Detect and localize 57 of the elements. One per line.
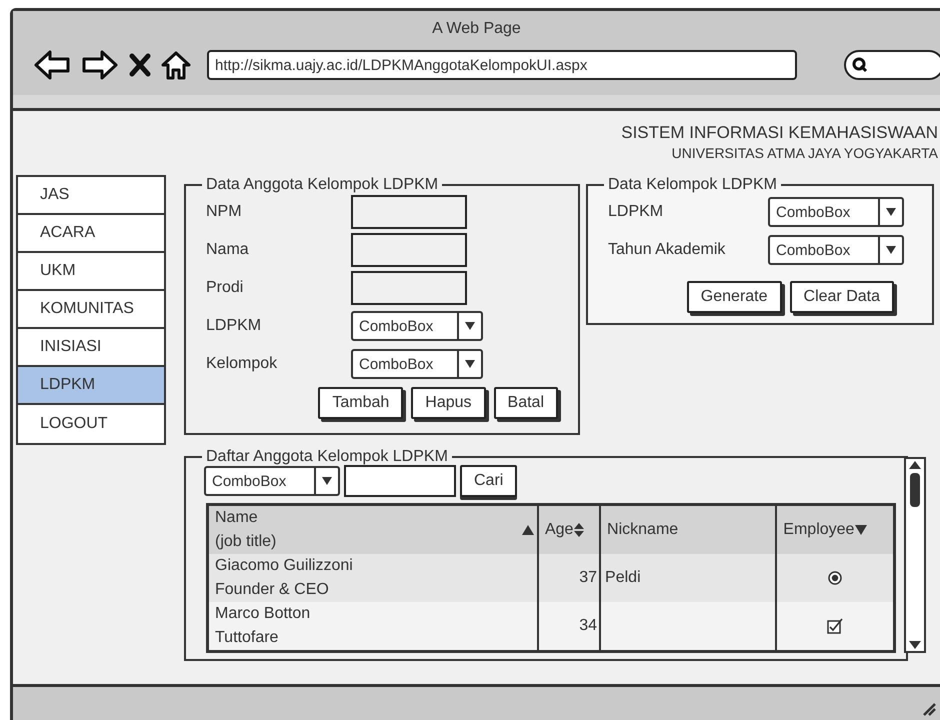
home-icon[interactable] xyxy=(161,50,191,80)
input-field[interactable] xyxy=(351,233,467,267)
combo-box[interactable]: ComboBox xyxy=(351,311,483,341)
sort-icon[interactable] xyxy=(573,522,586,538)
search-button[interactable]: Cari xyxy=(460,465,518,497)
sidebar-item[interactable]: LDPKM xyxy=(18,367,164,405)
action-button[interactable]: Hapus xyxy=(411,387,486,419)
dropdown-arrow-icon xyxy=(885,207,897,217)
field-label: LDPKM xyxy=(608,202,664,222)
page-title: SISTEM INFORMASI KEMAHASISWAAN xyxy=(620,123,938,143)
radio-button[interactable] xyxy=(828,571,842,585)
combo-box[interactable]: ComboBox xyxy=(204,466,340,496)
action-button[interactable]: Batal xyxy=(494,387,558,419)
sort-ascending-icon[interactable] xyxy=(520,524,535,536)
window-title: A Web Page xyxy=(432,20,521,37)
table-cell: Peldi xyxy=(605,569,641,586)
combo-box[interactable]: ComboBox xyxy=(351,349,483,379)
scrollbar-thumb[interactable] xyxy=(910,473,920,507)
field-label: Prodi xyxy=(206,278,244,298)
dropdown-arrow-icon xyxy=(885,245,897,255)
action-button[interactable]: Clear Data xyxy=(790,281,894,313)
page-subtitle: UNIVERSITAS ATMA JAYA YOGYAKARTA xyxy=(670,144,938,163)
action-button[interactable]: Tambah xyxy=(318,387,404,419)
scrollbar[interactable] xyxy=(904,457,926,653)
panel-title: Data Kelompok LDPKM xyxy=(607,177,778,193)
table-cell: Marco Botton Tuttofare xyxy=(208,602,538,652)
field-label: Kelompok xyxy=(206,354,278,374)
dropdown-arrow-icon xyxy=(321,476,333,486)
dropdown-arrow-icon xyxy=(464,321,476,331)
combo-box[interactable]: ComboBox xyxy=(768,235,904,265)
column-header[interactable]: Nickname xyxy=(607,518,678,542)
action-button[interactable]: Generate xyxy=(686,281,782,313)
sort-descending-icon[interactable] xyxy=(854,524,868,536)
stop-icon[interactable] xyxy=(129,52,151,78)
field-label: Nama xyxy=(206,240,250,260)
field-label: NPM xyxy=(206,202,243,222)
forward-arrow-icon[interactable] xyxy=(81,49,119,81)
scroll-down-icon[interactable] xyxy=(906,639,924,651)
field-label: Tahun Akademik xyxy=(608,240,726,260)
back-arrow-icon[interactable] xyxy=(33,49,71,81)
panel-title: Daftar Anggota Kelompok LDPKM xyxy=(205,449,449,465)
table-cell: 34 xyxy=(538,602,600,652)
scroll-up-icon[interactable] xyxy=(906,459,924,471)
search-field[interactable] xyxy=(844,50,940,80)
input-field[interactable] xyxy=(351,271,467,305)
search-icon xyxy=(852,57,868,73)
column-header[interactable]: Name (job title) xyxy=(215,506,276,554)
field-label: LDPKM xyxy=(206,316,262,336)
column-header[interactable]: Age xyxy=(544,518,574,542)
combo-box[interactable]: ComboBox xyxy=(768,197,904,227)
column-header[interactable]: Employee xyxy=(783,518,854,542)
input-field[interactable] xyxy=(351,195,467,229)
panel-title: Data Anggota Kelompok LDPKM xyxy=(205,177,440,193)
search-input[interactable] xyxy=(344,465,456,497)
dropdown-arrow-icon xyxy=(464,359,476,369)
checkbox[interactable] xyxy=(827,618,844,634)
address-bar[interactable]: http://sikma.uajy.ac.id/LDPKMAnggotaKelompokUI.aspx xyxy=(207,50,797,80)
